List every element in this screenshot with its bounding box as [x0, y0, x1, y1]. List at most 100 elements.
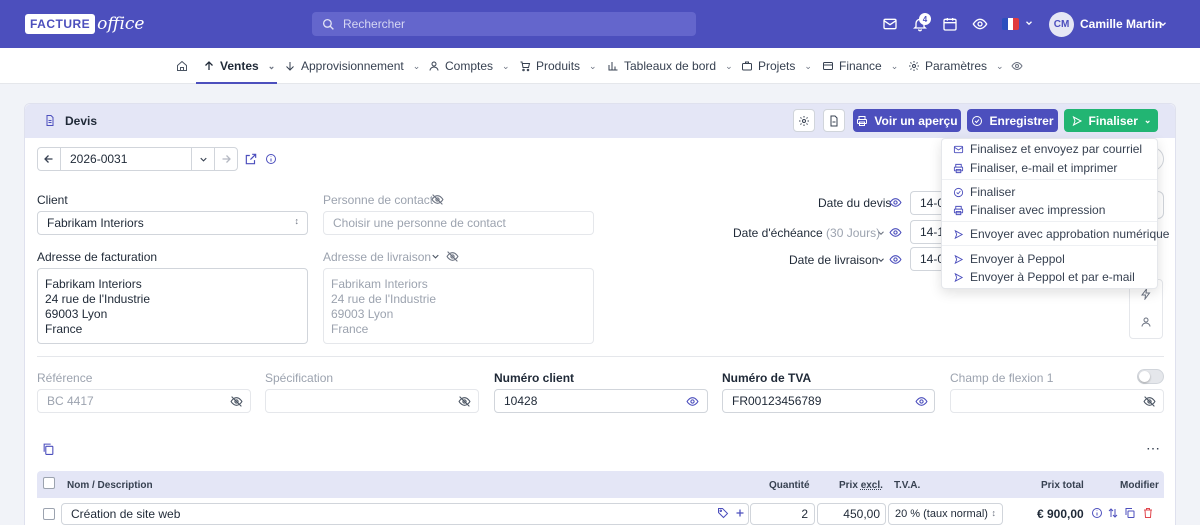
document-number-field[interactable]: 2026-0031: [60, 147, 192, 171]
nav-item-projets[interactable]: Projets ⌄: [741, 48, 812, 84]
menu-item-finalize-print[interactable]: Finaliser avec impression: [953, 203, 1105, 217]
menu-item-peppol-email[interactable]: Envoyer à Peppol et par e-mail: [953, 270, 1135, 284]
menu-item-finalize-email[interactable]: Finalisez et envoyez par courriel: [953, 142, 1142, 156]
visibility-toggle-icon[interactable]: [1011, 48, 1023, 84]
row-name-field[interactable]: Création de site web: [61, 503, 749, 525]
file-icon: [830, 115, 838, 126]
billing-line: 69003 Lyon: [45, 307, 108, 321]
menu-item-label: Finaliser avec impression: [970, 203, 1106, 217]
language-flag-icon[interactable]: [1002, 18, 1019, 30]
finalize-button[interactable]: Finaliser ⌄: [1064, 109, 1158, 132]
column-qty[interactable]: Quantité: [769, 480, 810, 491]
eye-off-icon[interactable]: [446, 250, 459, 263]
lightning-icon[interactable]: [1140, 288, 1152, 300]
app-logo[interactable]: FACTURE office: [25, 11, 144, 37]
home-icon[interactable]: [176, 48, 188, 84]
numero-client-field[interactable]: 10428: [494, 389, 708, 413]
eye-off-icon[interactable]: [458, 395, 471, 408]
flex-field-toggle[interactable]: [1137, 369, 1164, 384]
select-arrows-icon: ↕: [991, 508, 997, 518]
column-price[interactable]: Prix excl.: [839, 480, 883, 491]
nav-item-approvisionnement[interactable]: Approvisionnement ⌄: [284, 48, 420, 84]
menu-item-finalize[interactable]: Finaliser: [953, 185, 1015, 199]
client-select[interactable]: Fabrikam Interiors ↕: [37, 211, 308, 235]
delete-icon[interactable]: [1142, 507, 1154, 519]
column-vat[interactable]: T.V.A.: [894, 480, 920, 491]
nav-item-finance[interactable]: Finance ⌄: [822, 48, 898, 84]
eye-off-icon[interactable]: [230, 395, 243, 408]
column-name[interactable]: Nom / Description: [67, 480, 153, 491]
flex-field[interactable]: [950, 389, 1164, 413]
mail-icon[interactable]: [882, 16, 898, 32]
pdf-button[interactable]: [823, 109, 845, 132]
more-options-icon[interactable]: ⋯: [1146, 440, 1161, 457]
menu-item-digital-approval[interactable]: Envoyer avec approbation numérique: [953, 227, 1169, 241]
reference-field[interactable]: BC 4417: [37, 389, 251, 413]
row-qty-field[interactable]: 2: [750, 503, 815, 525]
nav-item-tableaux-de-bord[interactable]: Tableaux de bord ⌄: [607, 48, 733, 84]
avatar[interactable]: CM: [1049, 12, 1074, 37]
plus-icon[interactable]: [734, 507, 746, 519]
chevron-down-icon: ⌄: [502, 60, 510, 71]
chevron-down-icon[interactable]: [1024, 18, 1034, 28]
tva-label: Numéro de TVA: [722, 371, 812, 385]
chevron-down-icon: ⌄: [890, 60, 899, 71]
duplicate-icon[interactable]: [1124, 507, 1136, 519]
next-button[interactable]: [214, 147, 238, 171]
row-name: Création de site web: [71, 507, 181, 521]
chevron-down-icon[interactable]: [876, 254, 886, 264]
info-icon[interactable]: [1091, 507, 1103, 519]
billing-line: 24 rue de l'Industrie: [45, 292, 151, 306]
logo-text-office: office: [97, 14, 145, 34]
external-link-icon[interactable]: [244, 152, 258, 166]
column-total[interactable]: Prix total: [1041, 480, 1084, 491]
row-price-field[interactable]: 450,00: [817, 503, 886, 525]
specification-field[interactable]: [265, 389, 479, 413]
preview-button[interactable]: Voir un aperçu: [853, 109, 961, 132]
nav-item-parametres[interactable]: Paramètres ⌄: [908, 48, 1004, 84]
nav-item-comptes[interactable]: Comptes ⌄: [428, 48, 510, 84]
billing-address-field[interactable]: Fabrikam Interiors 24 rue de l'Industrie…: [37, 268, 308, 344]
person-icon[interactable]: [1140, 316, 1152, 328]
select-all-checkbox[interactable]: [43, 477, 55, 489]
number-dropdown-button[interactable]: [191, 147, 215, 171]
save-button[interactable]: Enregistrer: [967, 109, 1058, 132]
row-checkbox[interactable]: [43, 508, 55, 520]
contact-select[interactable]: Choisir une personne de contact: [323, 211, 594, 235]
info-icon[interactable]: [265, 153, 277, 165]
printer-icon: [953, 205, 964, 215]
eye-off-icon[interactable]: [1143, 395, 1156, 408]
notification-badge: 4: [919, 13, 931, 25]
chevron-down-icon: ⌄: [589, 60, 597, 71]
row-vat-select[interactable]: 20 % (taux normal) ↕: [888, 503, 1003, 525]
nav-label: Tableaux de bord: [624, 59, 717, 73]
menu-item-finalize-email-print[interactable]: Finaliser, e-mail et imprimer: [953, 161, 1117, 175]
delivery-line: France: [331, 322, 369, 336]
eye-icon[interactable]: [915, 395, 928, 408]
eye-icon[interactable]: [686, 395, 699, 408]
reorder-icon[interactable]: [1107, 507, 1119, 519]
calendar-icon[interactable]: [942, 16, 958, 32]
user-name[interactable]: Camille Martin: [1080, 17, 1162, 31]
nav-label: Paramètres: [925, 59, 988, 73]
eye-off-icon[interactable]: [431, 193, 444, 206]
search-input[interactable]: Rechercher: [312, 12, 696, 36]
eye-icon[interactable]: [889, 196, 902, 209]
chevron-down-icon[interactable]: [430, 251, 441, 262]
send-icon: [954, 229, 964, 239]
nav-item-ventes[interactable]: Ventes ⌄: [203, 48, 275, 84]
settings-button[interactable]: [793, 109, 815, 132]
delivery-address-field[interactable]: Fabrikam Interiors 24 rue de l'Industrie…: [323, 268, 594, 344]
eye-icon[interactable]: [972, 16, 988, 32]
row-total: € 900,00: [1037, 507, 1084, 521]
eye-icon[interactable]: [889, 226, 902, 239]
menu-item-peppol[interactable]: Envoyer à Peppol: [953, 252, 1065, 266]
previous-button[interactable]: [37, 147, 61, 171]
user-menu-chevron-icon[interactable]: [1158, 19, 1168, 29]
chevron-down-icon[interactable]: [876, 227, 886, 237]
tag-icon[interactable]: [717, 507, 729, 519]
tva-field[interactable]: FR00123456789: [722, 389, 935, 413]
copy-lines-icon[interactable]: [42, 442, 55, 456]
eye-icon[interactable]: [889, 253, 902, 266]
nav-item-produits[interactable]: Produits ⌄: [519, 48, 597, 84]
